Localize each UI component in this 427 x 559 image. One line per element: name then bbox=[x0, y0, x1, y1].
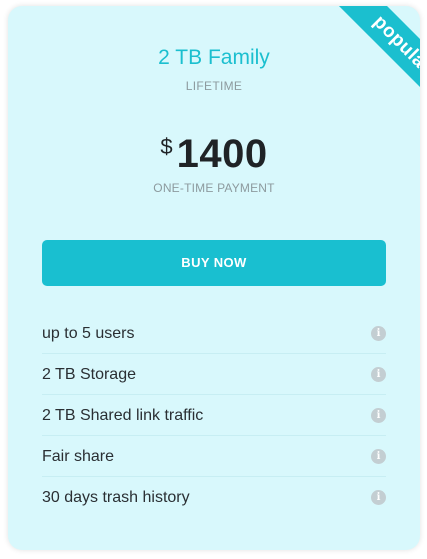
feature-item: 30 days trash history i bbox=[42, 477, 386, 518]
info-icon[interactable]: i bbox=[371, 326, 386, 341]
price-amount: 1400 bbox=[176, 132, 268, 176]
info-icon[interactable]: i bbox=[371, 408, 386, 423]
info-icon[interactable]: i bbox=[371, 449, 386, 464]
feature-item: Fair share i bbox=[42, 436, 386, 477]
feature-label: 2 TB Storage bbox=[42, 366, 136, 383]
feature-list: up to 5 users i 2 TB Storage i 2 TB Shar… bbox=[42, 313, 386, 518]
info-icon[interactable]: i bbox=[371, 367, 386, 382]
feature-label: Fair share bbox=[42, 448, 115, 465]
price-note: ONE-TIME PAYMENT bbox=[153, 181, 275, 195]
feature-label: up to 5 users bbox=[42, 325, 135, 342]
price: $1400 bbox=[8, 130, 420, 178]
pricing-card: popular 2 TB Family LIFETIME $1400 ONE-T… bbox=[8, 6, 420, 550]
feature-item: up to 5 users i bbox=[42, 313, 386, 354]
feature-label: 2 TB Shared link traffic bbox=[42, 407, 204, 424]
feature-item: 2 TB Storage i bbox=[42, 354, 386, 395]
currency-symbol: $ bbox=[160, 134, 173, 159]
feature-item: 2 TB Shared link traffic i bbox=[42, 395, 386, 436]
plan-term: LIFETIME bbox=[185, 79, 243, 93]
buy-now-button[interactable]: BUY NOW bbox=[42, 240, 386, 286]
feature-label: 30 days trash history bbox=[42, 489, 190, 506]
plan-name: 2 TB Family bbox=[158, 46, 270, 69]
info-icon[interactable]: i bbox=[371, 490, 386, 505]
